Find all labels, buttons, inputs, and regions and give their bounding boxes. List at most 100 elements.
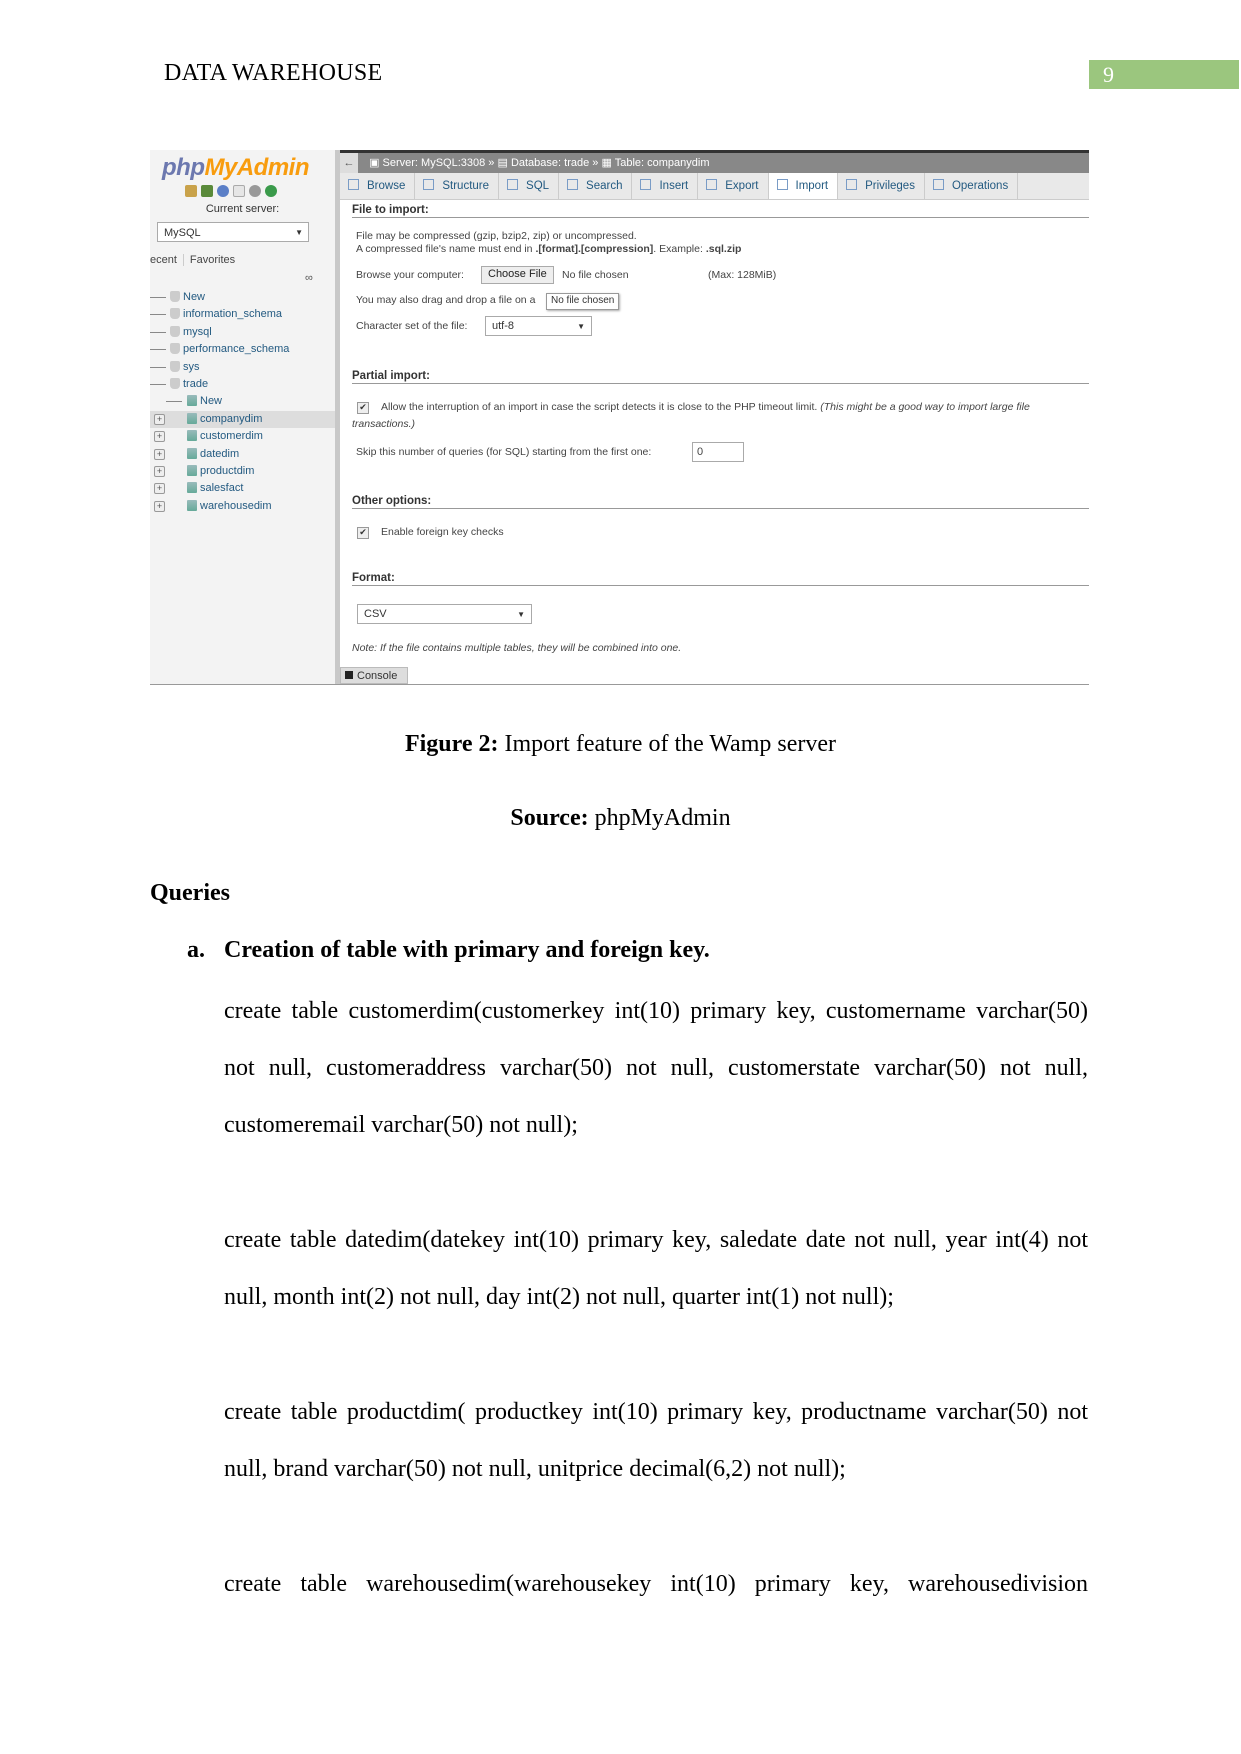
table-icon (187, 412, 197, 424)
current-server-label: Current server: (205, 203, 280, 215)
main-panel: ← ▣ Server: MySQL:3308 » ▤ Database: tra… (340, 150, 1089, 684)
insert-icon (640, 179, 652, 190)
phpmyadmin-logo[interactable]: phpMyAdmin (162, 154, 309, 182)
tab-insert[interactable]: Insert (632, 173, 699, 199)
breadcrumb-database[interactable]: ▤ Database: trade (497, 157, 589, 169)
browse-icon (348, 179, 359, 190)
tree-item-table[interactable]: + warehousedim (150, 498, 335, 515)
help-icon[interactable] (217, 185, 229, 197)
tab-recent[interactable]: ecent (150, 254, 184, 266)
tab-label: Browse (367, 180, 406, 192)
expand-icon[interactable]: + (154, 500, 165, 512)
max-upload-size: (Max: 128MiB) (708, 269, 777, 281)
tab-operations[interactable]: Operations (925, 173, 1019, 199)
file-status: No file chosen (562, 269, 629, 281)
breadcrumb-table[interactable]: ▦ Table: companydim (601, 157, 709, 169)
tree-item-database[interactable]: sys (150, 359, 335, 376)
expand-icon[interactable]: + (154, 413, 165, 425)
expand-icon[interactable]: + (154, 465, 165, 477)
tree-item-label: datedim (200, 447, 240, 460)
nav-icon-row (185, 185, 277, 197)
docs-icon[interactable] (233, 185, 245, 197)
tab-label: Export (725, 180, 759, 192)
query-paragraph: create table warehousedim(warehousekey i… (224, 1571, 1088, 1597)
format-select[interactable]: CSV ▼ (357, 604, 532, 624)
table-icon (187, 482, 197, 494)
tab-import[interactable]: Import (768, 173, 839, 199)
tab-browse[interactable]: Browse (340, 173, 416, 199)
console-label: Console (357, 670, 398, 682)
tree-item-table[interactable]: + salesfact (150, 480, 335, 497)
database-icon (170, 343, 180, 355)
tree-line (166, 401, 182, 403)
tree-line (150, 383, 166, 385)
tree-item-database[interactable]: mysql (150, 324, 335, 341)
foreign-key-label: Enable foreign key checks (381, 526, 504, 538)
tree-item-table[interactable]: + productdim (150, 463, 335, 480)
database-tree: New information_schemamysql performance_sc… (150, 289, 335, 515)
expand-icon[interactable]: + (154, 448, 165, 460)
browse-label: Browse your computer: (356, 269, 464, 281)
collapse-nav-button[interactable]: ← (340, 153, 358, 173)
home-icon[interactable] (185, 185, 197, 197)
breadcrumb-server[interactable]: ▣ Server: MySQL:3308 (369, 157, 485, 169)
allow-interrupt-checkbox[interactable]: ✔ (357, 402, 369, 414)
tab-favorites[interactable]: Favorites (190, 254, 241, 266)
structure-icon (423, 179, 435, 190)
link-icon[interactable]: ∞ (305, 272, 313, 284)
list-item-title: Creation of table with primary and forei… (224, 937, 710, 963)
tree-item-table[interactable]: + companydim (150, 410, 335, 429)
tab-privileges[interactable]: Privileges (838, 173, 925, 199)
table-tabs: Browse Structure SQL Search Insert Export Impo… (340, 173, 1089, 200)
table-icon (187, 430, 197, 442)
foreign-key-checkbox[interactable]: ✔ (357, 527, 369, 539)
sql-icon (507, 179, 519, 190)
tree-line (150, 331, 166, 333)
tree-item-database[interactable]: information_schema (150, 306, 335, 323)
table-icon (187, 499, 197, 511)
server-select[interactable]: MySQL ▼ (157, 222, 309, 242)
tab-sql[interactable]: SQL (499, 173, 560, 199)
expand-icon[interactable]: + (154, 483, 165, 495)
list-item-heading: a. Creation of table with primary and for… (187, 937, 710, 964)
expand-icon[interactable]: + (154, 431, 165, 443)
tree-item-database[interactable]: trade (150, 376, 335, 393)
tree-item-label: information_schema (183, 308, 283, 321)
allow-interrupt-label: Allow the interruption of an import in c… (381, 401, 1030, 413)
chevron-down-icon: ▼ (577, 322, 585, 331)
console-icon (345, 671, 353, 679)
tree-item-label: trade (183, 377, 209, 390)
new-icon (170, 291, 180, 302)
figure-caption: Figure 2: Import feature of the Wamp ser… (0, 731, 1241, 758)
skip-queries-input[interactable]: 0 (692, 442, 744, 462)
tree-line (150, 349, 166, 351)
drag-drop-hint: You may also drag and drop a file on a (356, 294, 536, 306)
phpmyadmin-screenshot: phpMyAdmin Current server: MySQL ▼ ecent … (150, 150, 1089, 685)
charset-select[interactable]: utf-8 ▼ (485, 316, 592, 336)
tree-item-new[interactable]: New (150, 393, 335, 410)
tree-item-new[interactable]: New (150, 289, 335, 306)
tree-item-label: New (200, 395, 223, 408)
breadcrumb-separator: » (488, 157, 495, 169)
source-text: phpMyAdmin (588, 805, 731, 831)
charset-value: utf-8 (492, 320, 515, 332)
tab-structure[interactable]: Structure (415, 173, 500, 199)
tree-item-table[interactable]: + datedim (150, 446, 335, 463)
chevron-down-icon: ▼ (295, 228, 303, 237)
reload-icon[interactable] (265, 185, 277, 197)
settings-icon[interactable] (249, 185, 261, 197)
tab-label: SQL (526, 180, 550, 192)
tree-item-database[interactable]: performance_schema (150, 341, 335, 358)
tree-item-label: companydim (200, 412, 263, 425)
figure-text: Import feature of the Wamp server (498, 731, 837, 757)
logout-icon[interactable] (201, 185, 213, 197)
console-button[interactable]: Console (340, 667, 408, 684)
breadcrumb-server-label: Server: MySQL:3308 (382, 157, 486, 169)
tree-item-table[interactable]: + customerdim (150, 428, 335, 445)
tab-export[interactable]: Export (698, 173, 769, 199)
choose-file-button[interactable]: Choose File (481, 266, 554, 284)
tab-search[interactable]: Search (559, 173, 633, 199)
format-text: A compressed file's name must end in (356, 243, 536, 255)
tab-label: Operations (951, 180, 1009, 192)
database-icon (170, 360, 180, 372)
